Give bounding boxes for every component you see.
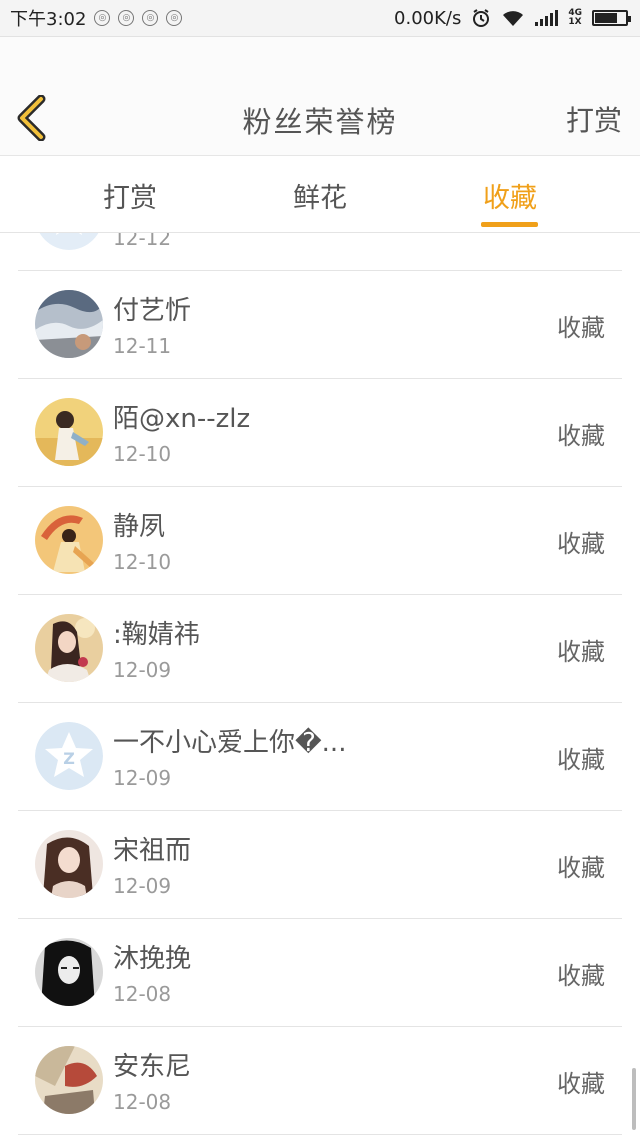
list-item-date: 12-09 [113,766,172,790]
notification-icon: ◎ [142,10,159,26]
list-item-action[interactable]: 收藏 [557,1064,605,1099]
list-item[interactable]: 沐挽挽 12-08 收藏 [18,918,622,1027]
list-item[interactable]: 静夙 12-10 收藏 [18,486,622,595]
list-item-action[interactable]: 收藏 [557,416,605,451]
list-item-name: :鞠婧祎 [113,620,200,650]
list-item-action[interactable]: 收藏 [557,740,605,775]
list-item-action[interactable]: 收藏 [557,308,605,343]
avatar [35,1046,103,1114]
list-item-name: 付艺忻 [113,296,192,326]
avatar [35,938,103,1006]
list-item[interactable]: 陌@xn--zlz 12-10 收藏 [18,378,622,487]
network-speed: 0.00K/s [394,7,462,29]
list-item[interactable]: 宋祖而 12-09 收藏 [18,810,622,919]
fan-list[interactable]: 12-12 付艺忻 12-11 收藏 陌@xn--zlz 12-10 收藏 静夙… [0,233,640,1138]
page-title: 粉丝荣誉榜 [242,105,398,139]
tab-flowers[interactable]: 鲜花 [260,176,380,215]
list-item-name: 陌@xn--zlz [113,404,251,434]
list-item[interactable]: :鞠婧祎 12-09 收藏 [18,594,622,703]
list-item-action[interactable]: 收藏 [557,632,605,667]
avatar [35,614,103,682]
wifi-icon [503,11,524,26]
alarm-icon [473,9,490,27]
notification-icon: ◎ [94,10,111,26]
avatar [35,398,103,466]
list-item-date: 12-09 [113,874,172,898]
status-time: 下午3:02 [10,9,87,30]
svg-text:Z: Z [63,749,75,768]
scrollbar[interactable] [632,1068,636,1130]
tab-bar: 打赏 鲜花 收藏 [0,156,640,233]
network-type-bottom: 1X [568,17,582,27]
list-item-name: 安东尼 [113,1052,192,1082]
status-left: 下午3:02 ◎ ◎ ◎ ◎ [0,5,183,31]
list-item[interactable]: 安东尼 12-08 收藏 [18,1026,622,1135]
active-tab-indicator [481,222,538,227]
list-item-action[interactable]: 收藏 [557,956,605,991]
list-item-name: 静夙 [113,512,166,542]
list-item-date: 12-08 [113,1090,172,1114]
reward-button[interactable]: 打赏 [566,99,622,139]
avatar [35,830,103,898]
avatar [35,290,103,358]
battery-icon [592,10,631,26]
notification-icon: ◎ [166,10,183,26]
status-bar: 下午3:02 ◎ ◎ ◎ ◎ 0.00K/s 4G 1X [0,0,640,37]
list-item[interactable]: Z 一不小心爱上你�... 12-09 收藏 [18,702,622,811]
avatar: Z [35,722,103,790]
avatar [35,233,103,250]
list-item-action[interactable]: 收藏 [557,848,605,883]
list-item[interactable]: 付艺忻 12-11 收藏 [18,270,622,379]
list-item[interactable]: 12-12 [18,233,622,271]
list-item-name: 沐挽挽 [113,944,192,974]
list-item-date: 12-08 [113,982,172,1006]
status-right: 0.00K/s 4G 1X [394,8,640,29]
list-item-date: 12-12 [113,233,172,250]
notification-icon: ◎ [118,10,135,26]
list-item-date: 12-11 [113,334,172,358]
list-item-date: 12-10 [113,442,172,466]
list-item-name: 一不小心爱上你�... [113,728,347,758]
network-type: 4G 1X [568,9,582,27]
list-item-action[interactable]: 收藏 [557,524,605,559]
tab-favorites[interactable]: 收藏 [450,176,570,215]
list-item-name: 宋祖而 [113,836,192,866]
tab-reward[interactable]: 打赏 [70,176,190,215]
signal-icon [535,10,559,26]
avatar [35,506,103,574]
list-item-date: 12-10 [113,550,172,574]
list-item-date: 12-09 [113,658,172,682]
header: 粉丝荣誉榜 打赏 [0,37,640,156]
